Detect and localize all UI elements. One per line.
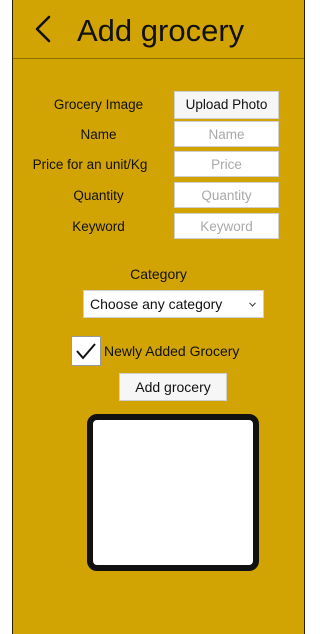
keyword-label: Keyword bbox=[72, 219, 125, 234]
category-selected-value: Choose any category bbox=[90, 296, 223, 312]
upload-photo-button[interactable]: Upload Photo bbox=[174, 91, 279, 119]
price-label: Price for an unit/Kg bbox=[32, 157, 148, 172]
grocery-image-label: Grocery Image bbox=[53, 97, 144, 112]
name-input[interactable] bbox=[174, 121, 279, 147]
checkmark-icon bbox=[76, 343, 96, 360]
quantity-input[interactable] bbox=[174, 182, 279, 208]
chevron-left-icon bbox=[35, 15, 51, 43]
app-bar: Add grocery bbox=[13, 0, 304, 59]
back-button[interactable] bbox=[30, 14, 56, 44]
newly-added-checkbox[interactable] bbox=[71, 336, 101, 366]
category-dropdown[interactable]: Choose any category bbox=[83, 290, 264, 318]
price-input[interactable] bbox=[174, 151, 279, 177]
chevron-down-icon bbox=[249, 302, 256, 307]
keyword-input[interactable] bbox=[174, 213, 279, 239]
page-title: Add grocery bbox=[77, 13, 245, 48]
quantity-label: Quantity bbox=[73, 188, 124, 203]
name-label: Name bbox=[80, 127, 117, 142]
newly-added-label[interactable]: Newly Added Grocery bbox=[104, 343, 239, 360]
add-grocery-button[interactable]: Add grocery bbox=[119, 373, 227, 401]
add-grocery-screen: Add grocery Grocery Image Upload Photo N… bbox=[12, 0, 305, 634]
image-preview bbox=[87, 414, 259, 571]
category-label: Category bbox=[130, 266, 187, 282]
